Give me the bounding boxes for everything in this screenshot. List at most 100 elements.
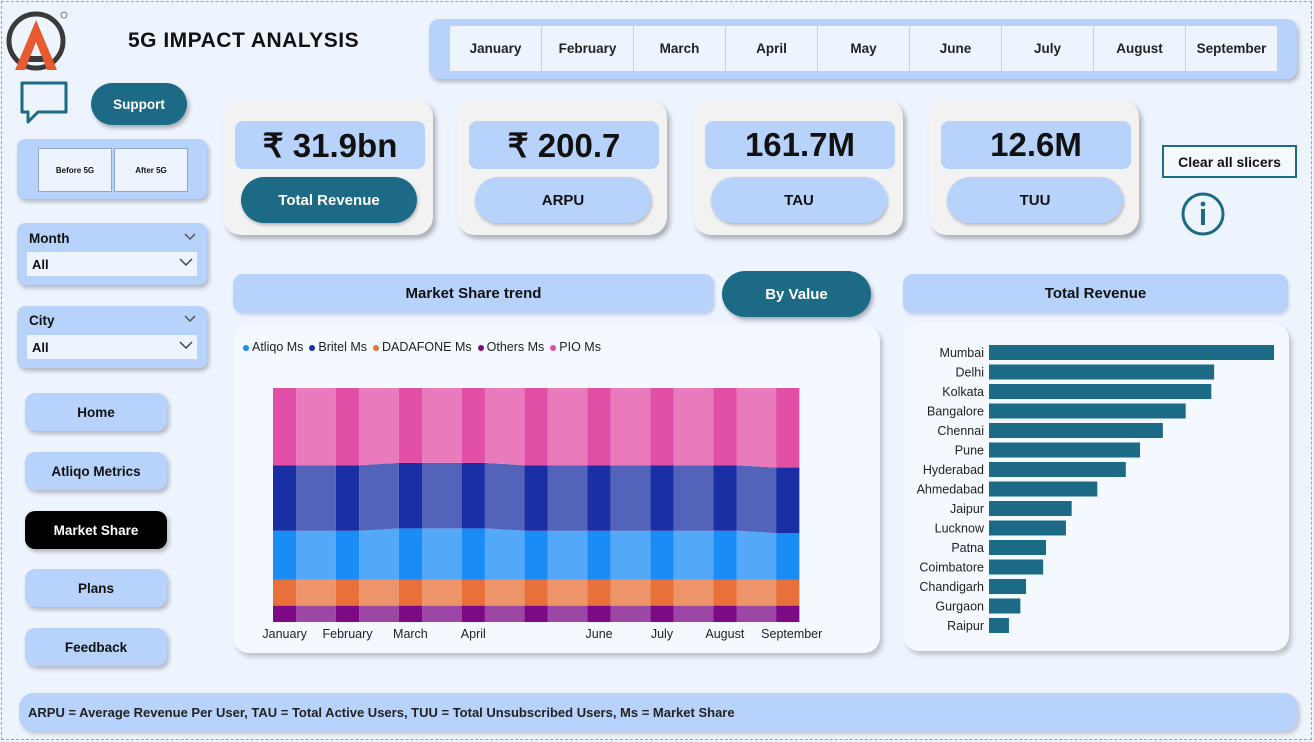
bar-segment[interactable] — [776, 579, 800, 606]
bar-segment[interactable] — [524, 530, 548, 580]
chat-icon[interactable] — [20, 80, 68, 126]
nav-plans[interactable]: Plans — [25, 569, 167, 607]
kpi-label[interactable]: TAU — [711, 177, 887, 223]
bar-segment[interactable] — [713, 465, 737, 531]
bar-segment[interactable] — [273, 605, 297, 622]
support-button[interactable]: Support — [91, 83, 187, 125]
bar-segment[interactable] — [398, 388, 423, 463]
bar-segment[interactable] — [398, 462, 423, 529]
legend-item[interactable]: Others Ms — [477, 340, 544, 354]
month-button-september[interactable]: September — [1186, 26, 1277, 71]
kpi-label[interactable]: ARPU — [475, 177, 651, 223]
bar-segment[interactable] — [587, 388, 611, 466]
bar-segment[interactable] — [713, 605, 737, 622]
city-dropdown[interactable]: All — [27, 335, 197, 359]
before-5g-button[interactable]: Before 5G — [38, 148, 112, 192]
bar-segment[interactable] — [398, 605, 423, 622]
legend-item[interactable]: Atliqo Ms — [243, 340, 303, 354]
bar-segment[interactable] — [524, 388, 548, 466]
ribbon-segment — [422, 388, 462, 463]
bar-segment[interactable] — [461, 579, 485, 606]
bar-segment[interactable] — [776, 533, 800, 580]
bar-segment[interactable] — [713, 579, 737, 606]
info-icon[interactable] — [1180, 191, 1226, 237]
revenue-bar[interactable] — [989, 559, 1044, 575]
bar-segment[interactable] — [335, 579, 360, 606]
bar-segment[interactable] — [776, 388, 800, 468]
chevron-down-icon[interactable] — [184, 315, 196, 323]
bar-segment[interactable] — [461, 388, 485, 463]
month-button-june[interactable]: June — [910, 26, 1001, 71]
revenue-bar[interactable] — [989, 481, 1098, 497]
bar-segment[interactable] — [335, 465, 360, 531]
revenue-bar[interactable] — [989, 423, 1163, 438]
revenue-bar[interactable] — [989, 462, 1126, 477]
by-value-toggle[interactable]: By Value — [722, 271, 871, 317]
bar-segment[interactable] — [335, 530, 360, 580]
bar-segment[interactable] — [524, 465, 548, 531]
month-button-march[interactable]: March — [634, 26, 725, 71]
bar-segment[interactable] — [335, 605, 360, 622]
bar-segment[interactable] — [587, 465, 611, 531]
revenue-bar[interactable] — [989, 442, 1141, 458]
revenue-bar[interactable] — [989, 540, 1046, 555]
bar-segment[interactable] — [650, 605, 674, 622]
revenue-bar[interactable] — [989, 598, 1021, 614]
revenue-bar[interactable] — [989, 501, 1072, 516]
bar-segment[interactable] — [776, 467, 800, 534]
bar-segment[interactable] — [398, 528, 423, 580]
kpi-label[interactable]: TUU — [947, 177, 1123, 223]
clear-slicers-button[interactable]: Clear all slicers — [1162, 145, 1297, 178]
bar-segment[interactable] — [713, 388, 737, 466]
nav-market-share[interactable]: Market Share — [25, 511, 167, 549]
revenue-bar[interactable] — [989, 579, 1027, 594]
month-button-february[interactable]: February — [542, 26, 633, 71]
bar-segment[interactable] — [273, 388, 297, 466]
ribbon-segment — [547, 579, 588, 606]
bar-segment[interactable] — [273, 530, 297, 580]
month-button-august[interactable]: August — [1094, 26, 1185, 71]
chevron-down-icon[interactable] — [179, 258, 193, 267]
bar-segment[interactable] — [587, 605, 611, 622]
month-button-may[interactable]: May — [818, 26, 909, 71]
revenue-bar[interactable] — [989, 520, 1066, 536]
legend-item[interactable]: DADAFONE Ms — [373, 340, 472, 354]
bar-segment[interactable] — [273, 465, 297, 531]
bar-segment[interactable] — [650, 465, 674, 531]
nav-feedback[interactable]: Feedback — [25, 628, 167, 666]
kpi-label[interactable]: Total Revenue — [241, 177, 417, 223]
chevron-down-icon[interactable] — [179, 341, 193, 350]
bar-segment[interactable] — [587, 530, 611, 580]
bar-segment[interactable] — [713, 530, 737, 580]
month-dropdown[interactable]: All — [27, 252, 197, 276]
legend-item[interactable]: Britel Ms — [309, 340, 367, 354]
bar-segment[interactable] — [398, 579, 423, 606]
revenue-bar[interactable] — [989, 403, 1186, 419]
bar-segment[interactable] — [776, 605, 800, 622]
bar-segment[interactable] — [587, 579, 611, 606]
bar-segment[interactable] — [273, 579, 297, 606]
bar-segment[interactable] — [524, 605, 548, 622]
legend-item[interactable]: PIO Ms — [550, 340, 601, 354]
bar-segment[interactable] — [650, 530, 674, 580]
month-button-april[interactable]: April — [726, 26, 817, 71]
bar-segment[interactable] — [461, 462, 485, 529]
bar-segment[interactable] — [461, 605, 485, 622]
nav-home[interactable]: Home — [25, 393, 167, 431]
bar-segment[interactable] — [524, 579, 548, 606]
nav-atliqo-metrics[interactable]: Atliqo Metrics — [25, 452, 167, 490]
city-label: Kolkata — [942, 385, 984, 399]
revenue-bar[interactable] — [989, 345, 1274, 360]
chevron-down-icon[interactable] — [184, 233, 196, 241]
revenue-bar[interactable] — [989, 364, 1215, 380]
bar-segment[interactable] — [650, 388, 674, 466]
bar-segment[interactable] — [335, 388, 360, 466]
revenue-bar[interactable] — [989, 384, 1212, 399]
market-share-chart: January February March April June July August S… — [262, 388, 822, 641]
revenue-bar[interactable] — [989, 618, 1009, 633]
month-button-january[interactable]: January — [450, 26, 541, 71]
bar-segment[interactable] — [650, 579, 674, 606]
bar-segment[interactable] — [461, 528, 485, 580]
month-button-july[interactable]: July — [1002, 26, 1093, 71]
after-5g-button[interactable]: After 5G — [114, 148, 188, 192]
